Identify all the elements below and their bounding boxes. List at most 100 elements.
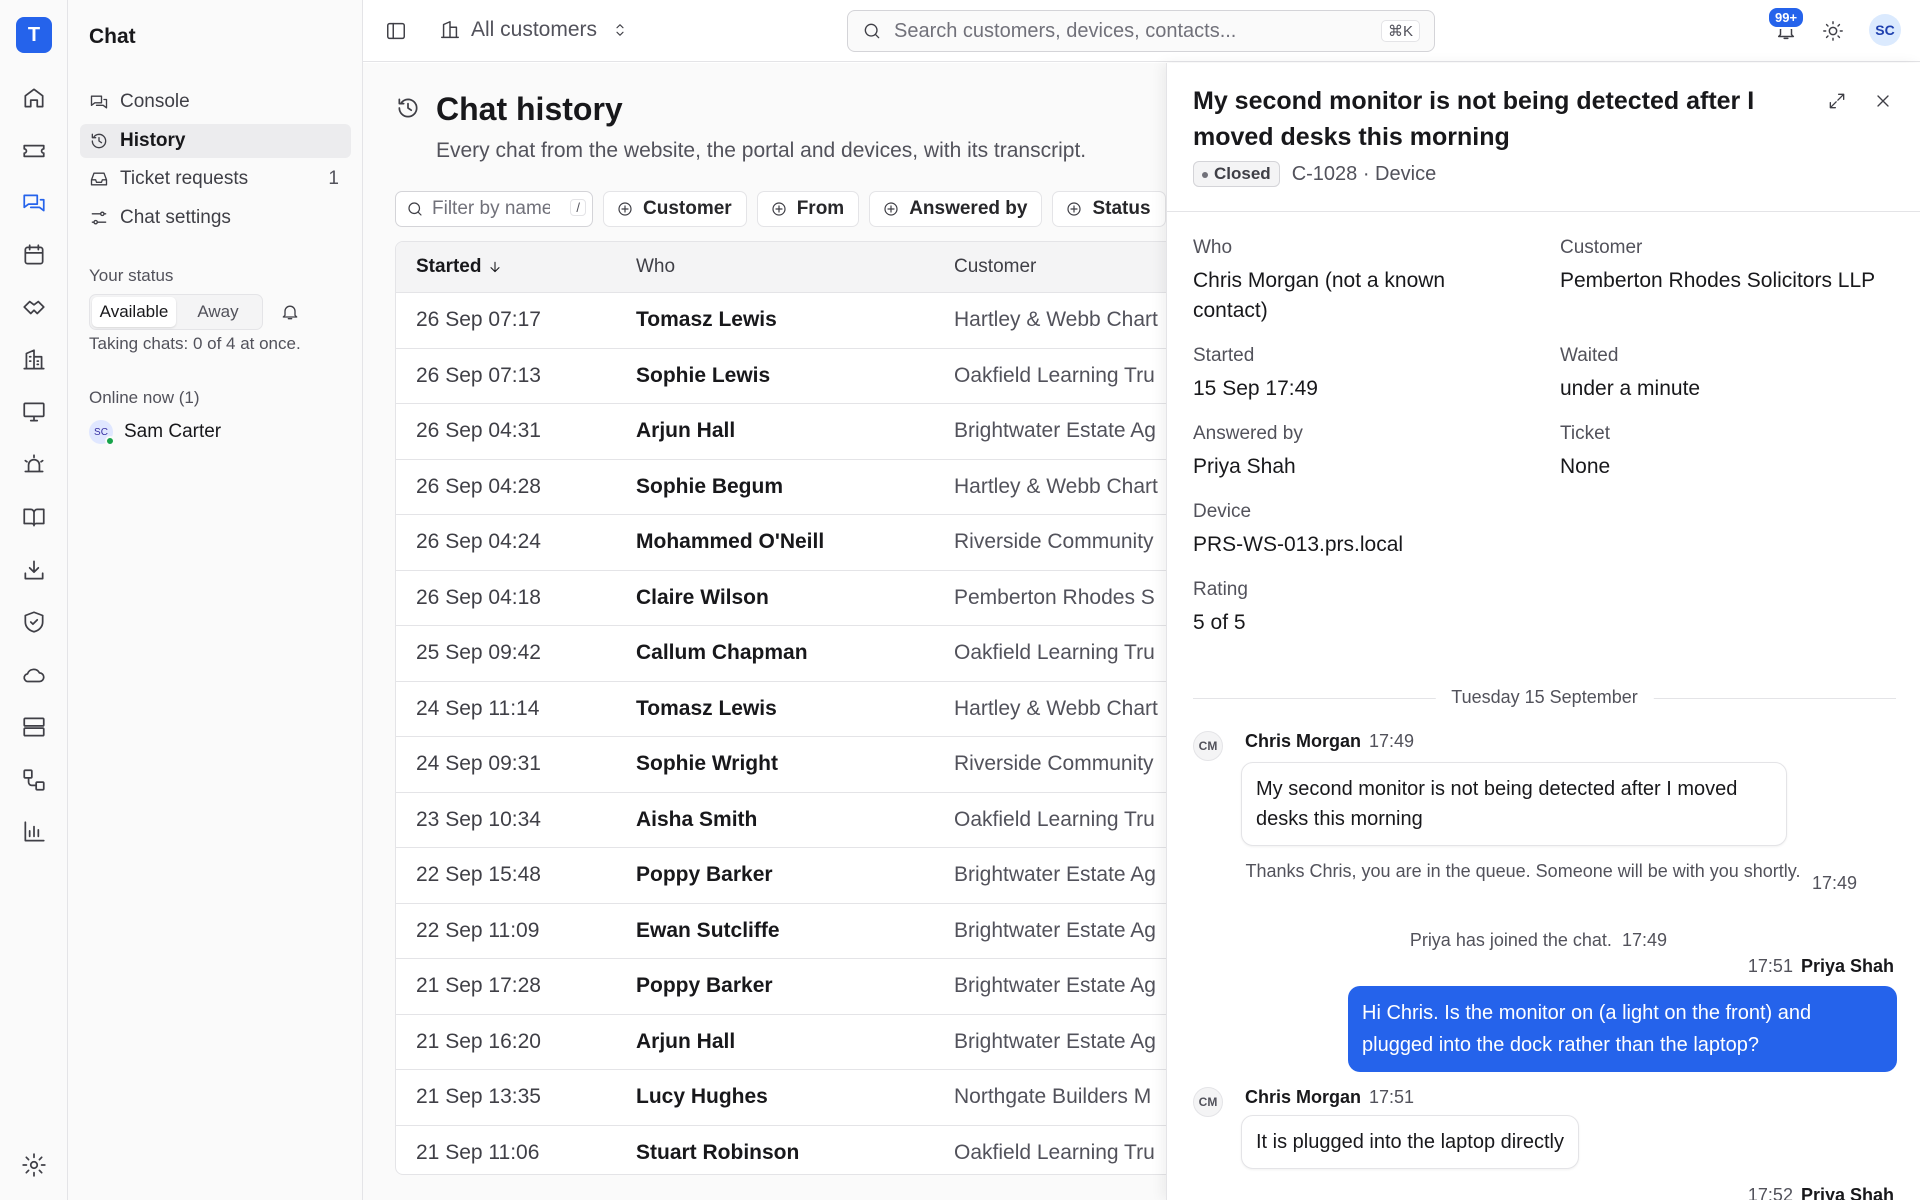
cloud-icon[interactable] (20, 661, 48, 689)
avatar: CM (1193, 1087, 1223, 1117)
filter-chip-from[interactable]: From (756, 191, 860, 227)
sidebar-toggle-icon[interactable] (385, 20, 407, 42)
history-icon (91, 133, 107, 149)
bell-icon[interactable] (280, 302, 300, 322)
cell-who: Stuart Robinson (636, 1140, 800, 1164)
avatar: SC (89, 420, 115, 446)
cell-who: Sophie Lewis (636, 363, 771, 387)
building-icon[interactable] (20, 346, 48, 374)
status-available-button[interactable]: Available (92, 297, 176, 327)
chart-icon[interactable] (20, 818, 48, 846)
chat-icon[interactable] (20, 189, 48, 217)
server-icon[interactable] (20, 713, 48, 741)
customer-scope-select[interactable]: All customers (439, 18, 639, 42)
sidebar-item-ticket-requests[interactable]: Ticket requests 1 (80, 162, 351, 196)
field-label-device: Device (1193, 501, 1252, 522)
cell-started: 21 Sep 16:20 (416, 1029, 541, 1053)
workflow-icon[interactable] (20, 766, 48, 794)
field-device[interactable]: PRS-WS-013.prs.local (1193, 530, 1403, 560)
cell-who: Poppy Barker (636, 863, 773, 887)
filter-input[interactable]: Filter by name / (395, 191, 593, 227)
status-away-button[interactable]: Away (176, 297, 260, 327)
sidebar-item-history[interactable]: History (80, 124, 351, 158)
table-row[interactable]: 26 Sep 07:13 Sophie Lewis Oakfield Learnin… (396, 349, 1194, 404)
home-icon[interactable] (20, 84, 48, 112)
table-row[interactable]: 26 Sep 04:28 Sophie Begum Hartley & Webb C… (396, 460, 1194, 515)
field-label-customer: Customer (1560, 237, 1643, 258)
theme-toggle-icon[interactable] (1822, 20, 1844, 42)
monitor-icon[interactable] (20, 398, 48, 426)
message-header: Chris Morgan 17:51 (1245, 1087, 1415, 1107)
sidebar-item-label: History (120, 130, 186, 151)
cell-started: 26 Sep 04:24 (416, 530, 541, 554)
cell-started: 23 Sep 10:34 (416, 807, 541, 831)
column-who[interactable]: Who (616, 256, 934, 278)
handshake-icon[interactable] (20, 293, 48, 321)
cell-who: Sophie Wright (636, 752, 778, 776)
table-row[interactable]: 26 Sep 04:24 Mohammed O'Neill Riverside Co… (396, 515, 1194, 571)
online-user[interactable]: SC Sam Carter (89, 420, 222, 446)
table-row[interactable]: 22 Sep 15:48 Poppy Barker Brightwater Esta… (396, 848, 1194, 904)
cell-started: 26 Sep 04:31 (416, 419, 541, 443)
calendar-icon[interactable] (20, 241, 48, 269)
cell-who: Poppy Barker (636, 974, 773, 998)
column-customer[interactable]: Customer (934, 256, 1036, 278)
field-waited: under a minute (1560, 377, 1701, 400)
book-icon[interactable] (20, 503, 48, 531)
chat-history-page: Chat history Every chat from the website… (363, 63, 1195, 1200)
table-row[interactable]: 26 Sep 07:17 Tomasz Lewis Hartley & Webb C… (396, 293, 1194, 349)
table-row[interactable]: 21 Sep 11:06 Stuart Robinson Oakfield Lear… (396, 1126, 1194, 1175)
table-row[interactable]: 23 Sep 10:34 Aisha Smith Oakfield Learning… (396, 793, 1194, 848)
table-row[interactable]: 26 Sep 04:18 Claire Wilson Pemberton Rhode… (396, 571, 1194, 626)
filter-chip-answered-by[interactable]: Answered by (869, 191, 1043, 227)
cell-started: 22 Sep 15:48 (416, 863, 541, 887)
field-label-waited: Waited (1560, 345, 1619, 366)
column-started[interactable]: Started (396, 256, 616, 278)
cell-started: 21 Sep 11:06 (416, 1140, 540, 1164)
gear-icon[interactable] (20, 1151, 48, 1179)
user-avatar[interactable]: SC (1869, 14, 1901, 46)
table-row[interactable]: 24 Sep 09:31 Sophie Wright Riverside Commu… (396, 737, 1194, 793)
expand-icon[interactable] (1827, 91, 1847, 111)
download-icon[interactable] (20, 556, 48, 584)
table-row[interactable]: 21 Sep 16:20 Arjun Hall Brightwater Estate… (396, 1015, 1194, 1070)
divider (1167, 211, 1920, 212)
table-row[interactable]: 26 Sep 04:31 Arjun Hall Brightwater Estate… (396, 404, 1194, 460)
field-label-started: Started (1193, 345, 1255, 366)
online-user-name: Sam Carter (124, 421, 222, 442)
sidebar-item-label: Chat settings (120, 207, 231, 228)
filter-chip-status[interactable]: Status (1052, 191, 1166, 227)
cell-started: 21 Sep 13:35 (416, 1085, 541, 1109)
scope-label: All customers (471, 18, 598, 41)
table-row[interactable]: 24 Sep 11:14 Tomasz Lewis Hartley & Webb C… (396, 682, 1194, 737)
table-row[interactable]: 22 Sep 11:09 Ewan Sutcliffe Brightwater Es… (396, 904, 1194, 959)
field-answered-by: Priya Shah (1193, 455, 1296, 478)
field-ticket: None (1560, 455, 1611, 478)
plus-circle-icon (884, 202, 898, 216)
shield-icon[interactable] (20, 608, 48, 636)
sidebar-item-console[interactable]: Console (80, 85, 351, 119)
cell-customer: Brightwater Estate Ag (954, 419, 1156, 443)
filter-chip-customer[interactable]: Customer (603, 191, 747, 227)
system-message-time: 17:49 (1812, 873, 1858, 893)
cell-started: 22 Sep 11:09 (416, 918, 540, 942)
cell-customer: Brightwater Estate Ag (954, 863, 1156, 887)
cell-who: Tomasz Lewis (636, 308, 777, 332)
table-row[interactable]: 21 Sep 17:28 Poppy Barker Brightwater Esta… (396, 959, 1194, 1015)
ticket-icon[interactable] (20, 137, 48, 165)
field-label-who: Who (1193, 237, 1233, 258)
app-logo[interactable]: T (16, 17, 52, 53)
alarm-icon[interactable] (20, 451, 48, 479)
cell-customer: Riverside Community (954, 530, 1154, 554)
table-row[interactable]: 25 Sep 09:42 Callum Chapman Oakfield Learn… (396, 626, 1194, 682)
field-customer[interactable]: Pemberton Rhodes Solicitors LLP (1560, 266, 1910, 296)
plus-circle-icon (618, 202, 632, 216)
close-icon[interactable] (1873, 91, 1893, 111)
cell-who: Tomasz Lewis (636, 696, 777, 720)
cell-customer: Riverside Community (954, 752, 1154, 776)
capacity-text: Taking chats: 0 of 4 at once. (89, 334, 301, 353)
table-row[interactable]: 21 Sep 13:35 Lucy Hughes Northgate Builder… (396, 1070, 1194, 1126)
sidebar-item-chat-settings[interactable]: Chat settings (80, 201, 351, 235)
sidebar-title: Chat (89, 25, 136, 48)
search-input[interactable]: Search customers, devices, contacts... ⌘… (847, 10, 1435, 52)
